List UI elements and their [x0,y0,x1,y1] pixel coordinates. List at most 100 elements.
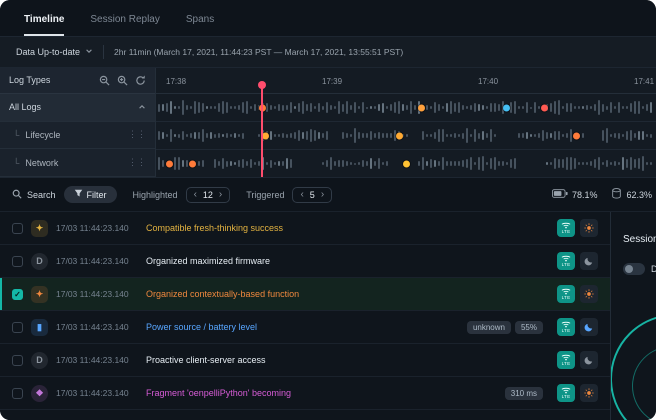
waveform-bar [518,133,520,137]
next-icon[interactable]: › [321,190,324,200]
event-marker[interactable] [541,104,548,111]
waveform-bar [610,134,612,137]
waveform-bar [346,101,348,114]
event-marker[interactable] [189,160,196,167]
waveform-bar [570,103,572,112]
event-marker[interactable] [166,160,173,167]
waveform-bar [238,134,240,137]
waveform-bar [506,162,508,165]
log-message[interactable]: Proactive client-server access [146,355,535,365]
session-panel-title: Session [623,234,656,245]
event-marker[interactable] [403,160,410,167]
waveform-bar [286,158,288,170]
log-row[interactable]: ❖ 17/03 11:44:23.140 Fragment 'oenpelliP… [0,377,610,410]
event-marker[interactable] [503,104,510,111]
data-status-dropdown[interactable]: Data Up-to-date [16,47,93,57]
prev-icon[interactable]: ‹ [300,190,303,200]
search-icon [12,189,22,201]
fragment-icon: ❖ [31,385,48,402]
moon-button[interactable] [580,252,598,270]
log-actions: LTE [557,219,598,237]
row-checkbox[interactable] [12,355,23,366]
tab-timeline[interactable]: Timeline [24,2,64,36]
row-checkbox[interactable] [12,388,23,399]
row-checkbox[interactable] [12,322,23,333]
waveform-bar [166,103,168,112]
network-lte-button[interactable]: LTE [557,252,575,270]
waveform-lifecycle[interactable] [156,122,656,150]
log-message[interactable]: Organized maximized firmware [146,256,535,266]
network-lte-button[interactable]: LTE [557,384,575,402]
waveform-bar [370,131,372,139]
event-marker[interactable] [573,132,580,139]
waveform-bar [454,133,456,138]
value-badge: 55% [515,321,543,334]
waveform-bar [218,133,220,137]
waveform-bar [354,102,356,114]
event-marker[interactable] [262,132,269,139]
drag-handle-icon[interactable]: ⋮⋮ [128,129,146,140]
log-row[interactable]: D 17/03 11:44:23.140 Proactive client-se… [0,344,610,377]
log-type-lifecycle[interactable]: └ Lifecycle ⋮⋮ [0,122,155,150]
drag-handle-icon[interactable]: ⋮⋮ [128,157,146,168]
waveform-bar [222,158,224,169]
log-type-all-logs[interactable]: All Logs [0,94,155,122]
waveform-bar [326,131,328,139]
session-toggle[interactable] [623,263,645,275]
log-row[interactable]: ✦ 17/03 11:44:23.140 Compatible fresh-th… [0,212,610,245]
network-lte-button[interactable]: LTE [557,219,575,237]
tab-spans[interactable]: Spans [186,2,214,36]
time-tick: 17:38 [166,77,186,86]
moon-button[interactable] [580,318,598,336]
log-row[interactable]: D 17/03 11:44:23.140 Organized maximized… [0,245,610,278]
row-checkbox[interactable]: ✓ [12,289,23,300]
tab-session-replay[interactable]: Session Replay [90,2,159,36]
waveform-bar [362,160,364,167]
waveform-bar [602,130,604,141]
log-message[interactable]: Fragment 'oenpelliPython' becoming [146,388,493,398]
log-message[interactable]: Power source / battery level [146,322,455,332]
log-type-network[interactable]: └ Network ⋮⋮ [0,149,155,177]
search-button[interactable]: Search [12,189,56,201]
lte-label: LTE [562,263,571,268]
log-row[interactable]: ▮ 17/03 11:44:23.140 Power source / batt… [0,311,610,344]
network-lte-button[interactable]: LTE [557,318,575,336]
prev-icon[interactable]: ‹ [194,190,197,200]
moon-button[interactable] [580,351,598,369]
next-icon[interactable]: › [219,190,222,200]
row-checkbox[interactable] [12,223,23,234]
time-tick: 17:39 [322,77,342,86]
waveform-bar [502,161,504,165]
sun-button[interactable] [580,285,598,303]
sun-button[interactable] [580,384,598,402]
waveform-bar [190,133,192,138]
waveform-all-logs[interactable] [156,94,656,122]
refresh-icon[interactable] [135,75,146,86]
waveform-bar [222,134,224,137]
waveform-bar [426,134,428,137]
log-message[interactable]: Compatible fresh-thinking success [146,223,535,233]
zoom-out-icon[interactable] [99,75,110,86]
playhead[interactable] [261,86,263,177]
waveform-bar [518,106,520,108]
collapse-icon[interactable] [138,103,146,111]
filter-button[interactable]: Filter [64,186,117,203]
triggered-pager: ‹ 5 › [292,187,332,203]
sun-button[interactable] [580,219,598,237]
waveform-bar [454,103,456,112]
event-marker[interactable] [418,104,425,111]
zoom-in-icon[interactable] [117,75,128,86]
network-lte-button[interactable]: LTE [557,351,575,369]
waveform-bar [402,104,404,111]
waveform-network[interactable] [156,150,656,177]
waveform-bar [334,106,336,110]
network-lte-button[interactable]: LTE [557,285,575,303]
row-checkbox[interactable] [12,256,23,267]
log-row[interactable]: ✓ ✦ 17/03 11:44:23.140 Organized context… [0,278,610,311]
waveform-bar [274,106,276,110]
log-timestamp: 17/03 11:44:23.140 [56,322,138,332]
waveform-bar [494,103,496,111]
event-marker[interactable] [396,132,403,139]
log-message[interactable]: Organized contextually-based function [146,289,535,299]
log-type-label: Network [25,158,58,168]
